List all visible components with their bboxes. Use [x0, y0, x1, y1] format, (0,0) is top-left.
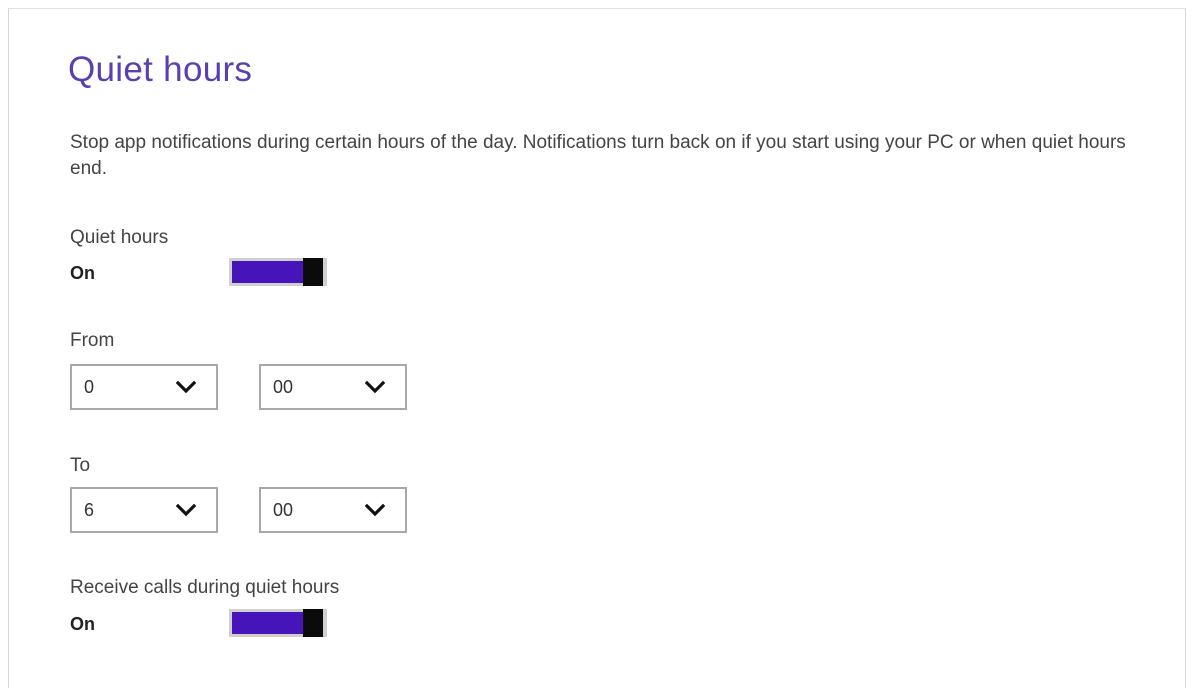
quiet-hours-label: Quiet hours: [70, 227, 169, 248]
to-hour-select[interactable]: 6: [70, 487, 218, 533]
chevron-down-icon: [176, 380, 196, 394]
toggle-fill: [232, 612, 304, 634]
page-title: Quiet hours: [68, 50, 253, 89]
from-minute-select[interactable]: 00: [259, 364, 407, 410]
from-hour-select[interactable]: 0: [70, 364, 218, 410]
from-minute-value: 00: [273, 377, 294, 397]
chevron-down-icon: [365, 380, 385, 394]
from-label: From: [70, 330, 115, 351]
to-hour-value: 6: [84, 500, 95, 520]
from-hour-value: 0: [84, 377, 95, 397]
toggle-thumb[interactable]: [303, 258, 323, 286]
to-minute-value: 00: [273, 500, 294, 520]
quiet-hours-state: On: [70, 263, 95, 283]
receive-calls-toggle[interactable]: [229, 609, 327, 637]
page-description: Stop app notifications during certain ho…: [70, 132, 1126, 179]
receive-calls-state: On: [70, 614, 95, 634]
to-label: To: [70, 455, 91, 476]
chevron-down-icon: [176, 503, 196, 517]
toggle-thumb[interactable]: [303, 609, 323, 637]
receive-calls-label: Receive calls during quiet hours: [70, 577, 340, 598]
toggle-fill: [232, 261, 304, 283]
quiet-hours-toggle[interactable]: [229, 258, 327, 286]
chevron-down-icon: [365, 503, 385, 517]
to-minute-select[interactable]: 00: [259, 487, 407, 533]
